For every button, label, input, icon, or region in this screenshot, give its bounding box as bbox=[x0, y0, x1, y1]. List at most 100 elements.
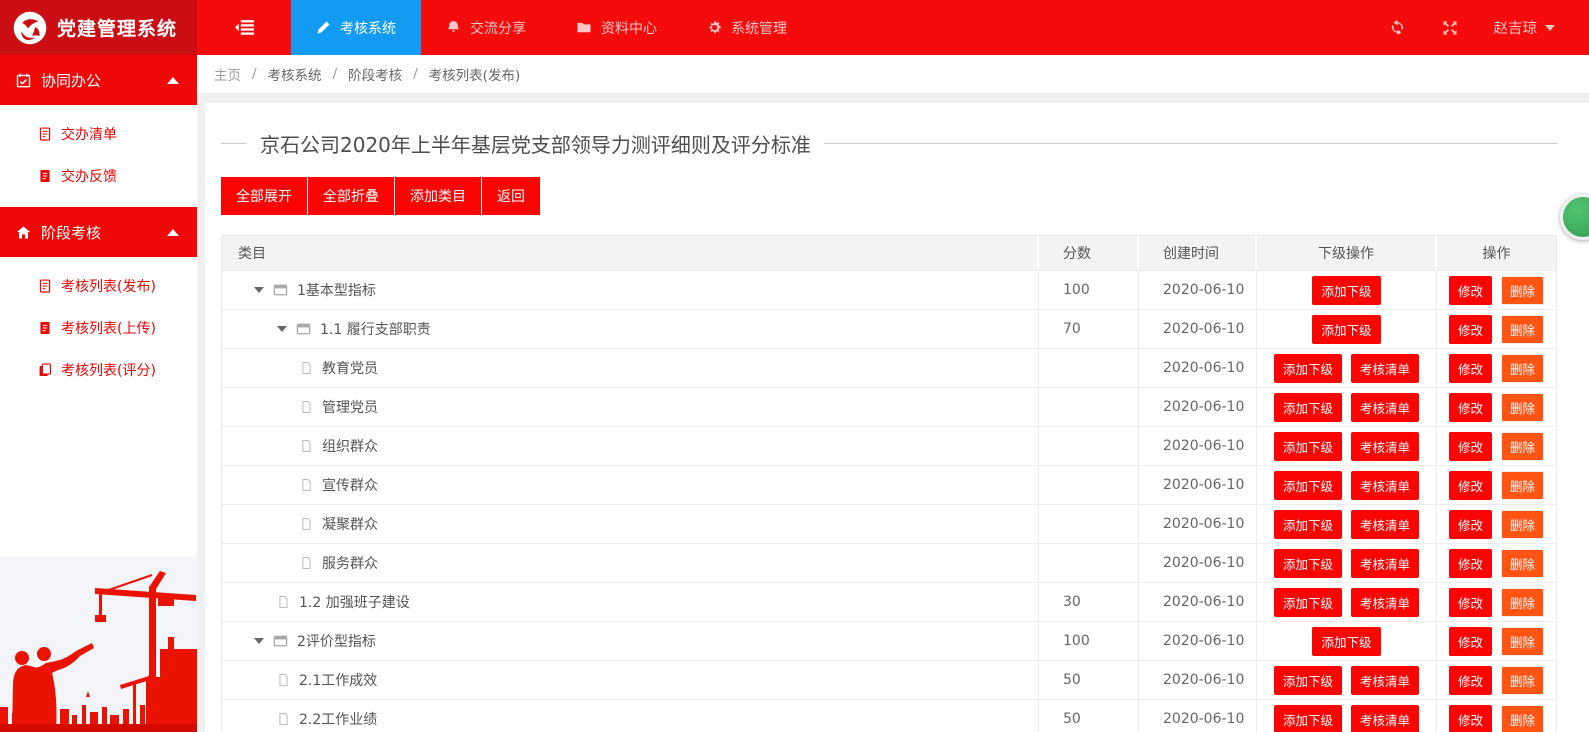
add-sub-button[interactable]: 添加下级 bbox=[1274, 432, 1342, 461]
edit-button[interactable]: 修改 bbox=[1449, 705, 1492, 732]
checklist-button[interactable]: 考核清单 bbox=[1351, 705, 1419, 732]
title-divider-left bbox=[221, 143, 247, 144]
checklist-button[interactable]: 考核清单 bbox=[1351, 354, 1419, 383]
cell-score bbox=[1039, 466, 1139, 504]
bell-icon bbox=[446, 20, 461, 35]
edit-button[interactable]: 修改 bbox=[1449, 276, 1492, 305]
cell-category: 宣传群众 bbox=[222, 466, 1039, 504]
sidebar-item-0-0[interactable]: 交办清单 bbox=[0, 113, 197, 155]
cell-actions: 修改删除 bbox=[1437, 427, 1556, 465]
edit-button[interactable]: 修改 bbox=[1449, 666, 1492, 695]
table-row: 1.1 履行支部职责702020-06-10添加下级修改删除 bbox=[221, 310, 1557, 349]
sidebar-toggle-button[interactable] bbox=[197, 0, 291, 55]
checklist-button[interactable]: 考核清单 bbox=[1351, 588, 1419, 617]
delete-button[interactable]: 删除 bbox=[1501, 588, 1544, 617]
delete-button[interactable]: 删除 bbox=[1501, 705, 1544, 732]
toolbar: 全部展开全部折叠添加类目返回 bbox=[221, 177, 1557, 215]
gear-icon bbox=[707, 20, 722, 35]
nav-tab-0[interactable]: 考核系统 bbox=[291, 0, 421, 55]
cell-actions: 修改删除 bbox=[1437, 271, 1556, 309]
delete-button[interactable]: 删除 bbox=[1501, 354, 1544, 383]
sidebar-item-0-1[interactable]: 交办反馈 bbox=[0, 155, 197, 197]
add-sub-button[interactable]: 添加下级 bbox=[1274, 705, 1342, 732]
table-row: 教育党员2020-06-10添加下级考核清单修改删除 bbox=[221, 349, 1557, 388]
file-icon bbox=[300, 439, 313, 453]
toolbar-button-2[interactable]: 添加类目 bbox=[395, 177, 481, 215]
cell-actions: 修改删除 bbox=[1437, 583, 1556, 621]
delete-button[interactable]: 删除 bbox=[1501, 276, 1544, 305]
toolbar-button-3[interactable]: 返回 bbox=[482, 177, 540, 215]
checklist-button[interactable]: 考核清单 bbox=[1351, 666, 1419, 695]
cell-date: 2020-06-10 bbox=[1139, 388, 1257, 426]
sidebar-section-1[interactable]: 阶段考核 bbox=[0, 207, 197, 257]
tree-expand-caret-icon[interactable] bbox=[254, 287, 264, 293]
edit-button[interactable]: 修改 bbox=[1449, 315, 1492, 344]
user-menu[interactable]: 赵吉琼 bbox=[1494, 17, 1556, 38]
cell-sub-actions: 添加下级 bbox=[1257, 271, 1437, 309]
delete-button[interactable]: 删除 bbox=[1501, 471, 1544, 500]
column-header-3: 下级操作 bbox=[1257, 236, 1437, 270]
add-sub-button[interactable]: 添加下级 bbox=[1274, 666, 1342, 695]
checklist-button[interactable]: 考核清单 bbox=[1351, 393, 1419, 422]
toolbar-button-1[interactable]: 全部折叠 bbox=[308, 177, 394, 215]
toolbar-button-0[interactable]: 全部展开 bbox=[221, 177, 307, 215]
edit-button[interactable]: 修改 bbox=[1449, 354, 1492, 383]
add-sub-button[interactable]: 添加下级 bbox=[1274, 549, 1342, 578]
edit-button[interactable]: 修改 bbox=[1449, 393, 1492, 422]
breadcrumb-item-3[interactable]: 考核列表(发布) bbox=[429, 64, 521, 84]
add-sub-button[interactable]: 添加下级 bbox=[1274, 510, 1342, 539]
sidebar-item-1-0[interactable]: 考核列表(发布) bbox=[0, 265, 197, 307]
cell-date: 2020-06-10 bbox=[1139, 700, 1257, 732]
breadcrumb-item-1[interactable]: 考核系统 bbox=[268, 64, 322, 84]
add-sub-button[interactable]: 添加下级 bbox=[1312, 276, 1380, 305]
add-sub-button[interactable]: 添加下级 bbox=[1274, 354, 1342, 383]
checklist-button[interactable]: 考核清单 bbox=[1351, 510, 1419, 539]
sidebar-item-1-1[interactable]: 考核列表(上传) bbox=[0, 307, 197, 349]
add-sub-button[interactable]: 添加下级 bbox=[1312, 315, 1380, 344]
refresh-button[interactable] bbox=[1389, 19, 1406, 36]
nav-tab-label: 资料中心 bbox=[601, 18, 657, 38]
edit-button[interactable]: 修改 bbox=[1449, 432, 1492, 461]
add-sub-button[interactable]: 添加下级 bbox=[1274, 588, 1342, 617]
checklist-button[interactable]: 考核清单 bbox=[1351, 432, 1419, 461]
edit-button[interactable]: 修改 bbox=[1449, 627, 1492, 656]
delete-button[interactable]: 删除 bbox=[1501, 315, 1544, 344]
add-sub-button[interactable]: 添加下级 bbox=[1312, 627, 1380, 656]
delete-button[interactable]: 删除 bbox=[1501, 549, 1544, 578]
edit-button[interactable]: 修改 bbox=[1449, 549, 1492, 578]
tree-node: 1基本型指标 bbox=[238, 280, 376, 300]
sidebar-section-0[interactable]: 协同办公 bbox=[0, 55, 197, 105]
tree-expand-caret-icon[interactable] bbox=[277, 326, 287, 332]
category-label: 服务群众 bbox=[322, 553, 378, 573]
breadcrumb: 主页/考核系统/阶段考核/考核列表(发布) bbox=[197, 55, 1589, 94]
edit-button[interactable]: 修改 bbox=[1449, 510, 1492, 539]
tree-node: 1.1 履行支部职责 bbox=[238, 319, 431, 339]
tree-node: 1.2 加强班子建设 bbox=[238, 592, 410, 612]
nav-tab-2[interactable]: 资料中心 bbox=[551, 0, 682, 55]
table-body: 1基本型指标1002020-06-10添加下级修改删除1.1 履行支部职责702… bbox=[221, 271, 1557, 732]
cell-actions: 修改删除 bbox=[1437, 466, 1556, 504]
nav-tab-3[interactable]: 系统管理 bbox=[682, 0, 812, 55]
delete-button[interactable]: 删除 bbox=[1501, 432, 1544, 461]
delete-button[interactable]: 删除 bbox=[1501, 393, 1544, 422]
party-logo-icon bbox=[13, 11, 47, 45]
cell-actions: 修改删除 bbox=[1437, 388, 1556, 426]
add-sub-button[interactable]: 添加下级 bbox=[1274, 393, 1342, 422]
nav-tab-1[interactable]: 交流分享 bbox=[421, 0, 551, 55]
delete-button[interactable]: 删除 bbox=[1501, 627, 1544, 656]
edit-button[interactable]: 修改 bbox=[1449, 471, 1492, 500]
file-lines-icon bbox=[38, 127, 52, 141]
file-icon bbox=[300, 361, 313, 375]
checklist-button[interactable]: 考核清单 bbox=[1351, 549, 1419, 578]
edit-button[interactable]: 修改 bbox=[1449, 588, 1492, 617]
tree-expand-caret-icon[interactable] bbox=[254, 638, 264, 644]
sidebar-item-1-2[interactable]: 考核列表(评分) bbox=[0, 349, 197, 391]
fullscreen-button[interactable] bbox=[1442, 20, 1458, 36]
checklist-button[interactable]: 考核清单 bbox=[1351, 471, 1419, 500]
delete-button[interactable]: 删除 bbox=[1501, 666, 1544, 695]
breadcrumb-item-0[interactable]: 主页 bbox=[214, 64, 241, 84]
breadcrumb-separator: / bbox=[333, 66, 338, 82]
breadcrumb-item-2[interactable]: 阶段考核 bbox=[348, 64, 402, 84]
delete-button[interactable]: 删除 bbox=[1501, 510, 1544, 539]
add-sub-button[interactable]: 添加下级 bbox=[1274, 471, 1342, 500]
